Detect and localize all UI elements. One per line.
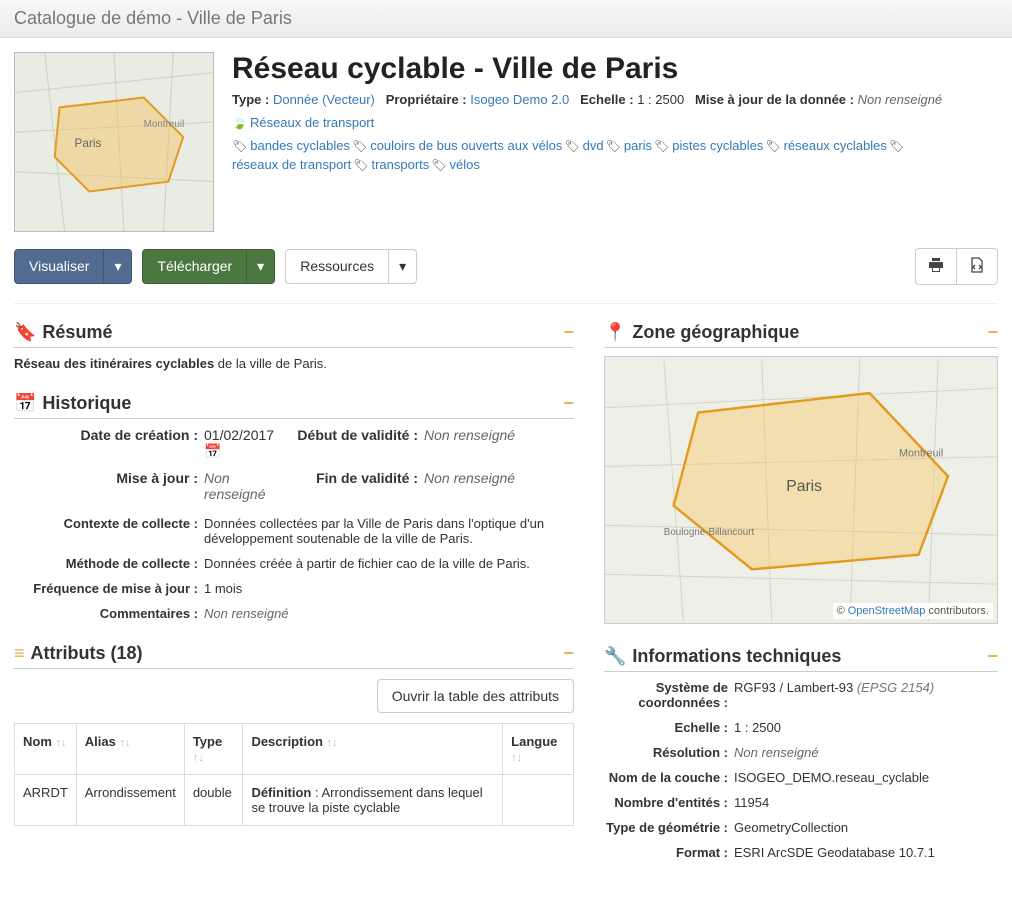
tag-icon: 🏷 (232, 139, 247, 153)
leaf-icon: 🍃 (232, 116, 247, 130)
summary-text: Réseau des itinéraires cyclables de la v… (14, 356, 574, 371)
collapse-attrs[interactable]: − (563, 643, 574, 664)
collapse-geozone[interactable]: − (987, 322, 998, 343)
tag[interactable]: dvd (583, 138, 604, 153)
history-title: Historique (42, 393, 131, 414)
map-attribution: © OpenStreetMap contributors. (833, 603, 993, 619)
resources-button[interactable]: Ressources (285, 249, 388, 284)
tag[interactable]: vélos (450, 157, 480, 172)
tag[interactable]: paris (624, 138, 652, 153)
sort-icon: ↑↓ (193, 752, 204, 764)
th-name[interactable]: Nom ↑↓ (15, 724, 77, 775)
collapse-history[interactable]: − (563, 393, 574, 414)
svg-text:Paris: Paris (786, 478, 822, 495)
sort-icon: ↑↓ (327, 737, 338, 749)
sort-icon: ↑↓ (56, 737, 67, 749)
caret-down-icon: ▾ (399, 258, 406, 274)
xml-button[interactable] (956, 248, 998, 285)
th-desc[interactable]: Description ↑↓ (243, 724, 503, 775)
tag-icon: 🏷 (765, 139, 780, 153)
svg-text:Paris: Paris (74, 136, 101, 150)
tag-icon: 🏷 (353, 158, 368, 172)
tag[interactable]: réseaux cyclables (784, 138, 887, 153)
tag-icon: 🏷 (431, 158, 446, 172)
tag-icon: 🏷 (654, 139, 669, 153)
calendar-small-icon: 📅 (204, 443, 221, 459)
print-icon (928, 257, 944, 273)
type-link[interactable]: Donnée (Vecteur) (273, 92, 375, 107)
osm-link[interactable]: OpenStreetMap (848, 605, 926, 617)
calendar-icon: 📅 (14, 393, 36, 414)
geo-map[interactable]: Paris Montreuil Boulogne-Billancourt © O… (604, 356, 998, 624)
list-icon: ≡ (14, 643, 25, 664)
open-attr-table-button[interactable]: Ouvrir la table des attributs (377, 679, 574, 713)
pin-icon: 📍 (604, 322, 626, 343)
tag-icon: 🏷 (889, 139, 904, 153)
tag[interactable]: réseaux de transport (232, 157, 351, 172)
caret-down-icon: ▾ (257, 258, 264, 274)
collapse-tech[interactable]: − (987, 646, 998, 667)
sort-icon: ↑↓ (511, 752, 522, 764)
geozone-title: Zone géographique (632, 322, 799, 343)
visualize-dropdown[interactable]: ▾ (103, 249, 132, 284)
bookmark-icon: 🔖 (14, 322, 36, 343)
tag-icon: 🏷 (564, 139, 579, 153)
code-file-icon (969, 257, 985, 273)
tag-icon: 🏷 (606, 139, 621, 153)
tag[interactable]: bandes cyclables (250, 138, 350, 153)
download-dropdown[interactable]: ▾ (246, 249, 275, 284)
meta-line: Type : Donnée (Vecteur) Propriétaire : I… (232, 92, 998, 107)
wrench-icon: 🔧 (604, 646, 626, 667)
tag[interactable]: pistes cyclables (672, 138, 763, 153)
table-row: ARRDT Arrondissement double Définition :… (15, 775, 574, 826)
owner-link[interactable]: Isogeo Demo 2.0 (470, 92, 569, 107)
thumbnail-map: Paris Montreuil (14, 52, 214, 232)
svg-text:Montreuil: Montreuil (144, 119, 185, 130)
attrs-title: Attributs (18) (31, 643, 143, 664)
th-type[interactable]: Type ↑↓ (184, 724, 243, 775)
sort-icon: ↑↓ (119, 737, 130, 749)
svg-text:Boulogne-Billancourt: Boulogne-Billancourt (664, 527, 755, 538)
print-button[interactable] (915, 248, 956, 285)
download-button[interactable]: Télécharger (142, 249, 246, 284)
page-title: Réseau cyclable - Ville de Paris (232, 52, 998, 86)
tech-title: Informations techniques (632, 646, 841, 667)
resume-title: Résumé (42, 322, 112, 343)
collapse-resume[interactable]: − (563, 322, 574, 343)
attributes-table: Nom ↑↓ Alias ↑↓ Type ↑↓ Description ↑↓ L… (14, 723, 574, 826)
resources-dropdown[interactable]: ▾ (388, 249, 417, 284)
svg-text:Montreuil: Montreuil (899, 448, 943, 460)
tag[interactable]: couloirs de bus ouverts aux vélos (370, 138, 562, 153)
tag[interactable]: transports (371, 157, 429, 172)
tags-row: 🏷bandes cyclables 🏷couloirs de bus ouver… (232, 138, 998, 172)
topbar: Catalogue de démo - Ville de Paris (0, 0, 1012, 38)
caret-down-icon: ▾ (114, 258, 121, 274)
th-lang[interactable]: Langue ↑↓ (503, 724, 574, 775)
tag-icon: 🏷 (352, 139, 367, 153)
theme-link[interactable]: Réseaux de transport (250, 115, 374, 130)
th-alias[interactable]: Alias ↑↓ (76, 724, 184, 775)
topbar-title: Catalogue de démo - Ville de Paris (14, 8, 292, 28)
visualize-button[interactable]: Visualiser (14, 249, 103, 284)
